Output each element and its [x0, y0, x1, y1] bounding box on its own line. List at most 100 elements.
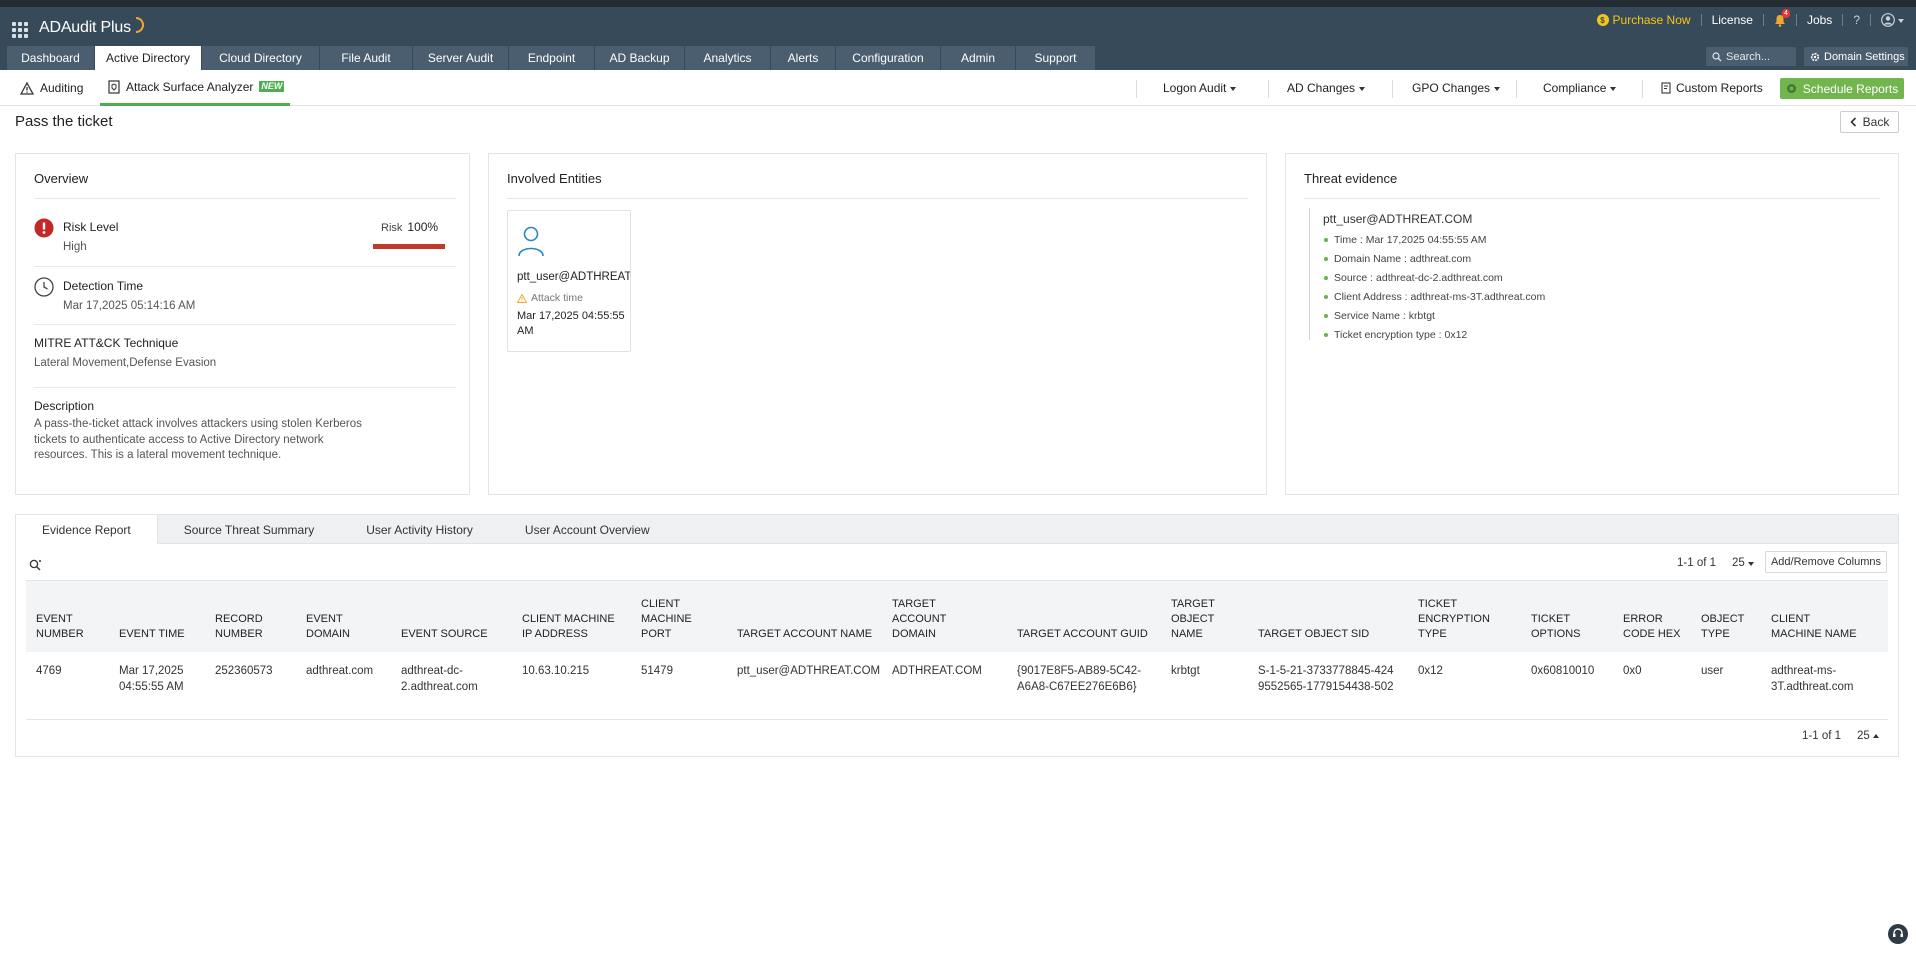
user-menu[interactable]: [1881, 13, 1904, 27]
domain-settings-button[interactable]: Domain Settings: [1804, 47, 1908, 66]
tab-admin[interactable]: Admin: [941, 46, 1015, 70]
schedule-reports-label: Schedule Reports: [1802, 81, 1899, 96]
evidence-item: Source : adthreat-dc-2.adthreat.com: [1324, 268, 1545, 287]
table-header: EVENT NUMBER EVENT TIME RECORD NUMBER EV…: [26, 580, 1888, 652]
col-target-object-name[interactable]: TARGET OBJECT NAME: [1171, 597, 1226, 642]
ad-changes-label: AD Changes: [1287, 81, 1356, 95]
col-event-time[interactable]: EVENT TIME: [119, 627, 189, 642]
back-label: Back: [1862, 115, 1890, 129]
tab-endpoint[interactable]: Endpoint: [509, 46, 594, 70]
col-record-number[interactable]: RECORD NUMBER: [215, 612, 275, 642]
tab-configuration[interactable]: Configuration: [836, 46, 940, 70]
help-icon[interactable]: ?: [1853, 13, 1860, 27]
back-button[interactable]: Back: [1840, 111, 1899, 133]
mitre-value: Lateral Movement,Defense Evasion: [34, 357, 217, 369]
cell-target-account-guid: {9017E8F5-AB89-5C42-A6A8-C67EE276E6B6}: [1017, 665, 1142, 693]
gear-icon: [1810, 52, 1820, 61]
subtab-attack-surface-analyzer[interactable]: Attack Surface Analyzer NEW: [100, 70, 290, 106]
cell-target-object-sid: S-1-5-21-3733778845-4249552565-177915443…: [1258, 665, 1394, 693]
cell-event-time: Mar 17,2025 04:55:55 AM: [119, 665, 184, 693]
tab-source-threat-summary[interactable]: Source Threat Summary: [158, 515, 341, 544]
tab-alerts[interactable]: Alerts: [771, 46, 835, 70]
tab-active-directory[interactable]: Active Directory: [95, 46, 201, 70]
subtab-attack-surface-label: Attack Surface Analyzer: [126, 79, 254, 94]
col-event-domain[interactable]: EVENT DOMAIN: [306, 612, 366, 642]
cell-event-domain: adthreat.com: [306, 665, 374, 677]
description-value: A pass-the-ticket attack involves attack…: [34, 418, 362, 461]
chat-support-icon[interactable]: [1888, 924, 1908, 944]
purchase-now-link[interactable]: $ Purchase Now: [1596, 13, 1691, 27]
app-title: ADAudit Plus: [39, 19, 131, 36]
risk-percent: 100%: [407, 220, 439, 234]
threat-evidence-card: Threat evidence ptt_user@ADTHREAT.COM Ti…: [1285, 153, 1899, 495]
col-ticket-encryption-type[interactable]: TICKET ENCRYPTION TYPE: [1418, 597, 1498, 642]
subtab-auditing-label: Auditing: [40, 81, 84, 95]
tab-evidence-report[interactable]: Evidence Report: [16, 515, 158, 544]
page-size-select[interactable]: 25: [1732, 557, 1754, 569]
chevron-down-icon: [1747, 562, 1754, 566]
tab-support[interactable]: Support: [1016, 46, 1095, 70]
pager-text: 1-1 of 1: [1677, 557, 1716, 569]
custom-reports-link[interactable]: Custom Reports: [1661, 70, 1763, 106]
chevron-down-icon: [1898, 19, 1904, 23]
cell-event-number: 4769: [36, 665, 62, 677]
chevron-up-icon: [1872, 734, 1879, 738]
tab-server-audit[interactable]: Server Audit: [413, 46, 508, 70]
add-remove-columns-button[interactable]: Add/Remove Columns: [1765, 551, 1887, 573]
logon-audit-menu[interactable]: Logon Audit: [1163, 70, 1237, 106]
top-right-links: $ Purchase Now License 4 Jobs ?: [1596, 8, 1904, 29]
attack-time-label: Attack time: [531, 292, 583, 304]
license-link[interactable]: License: [1712, 13, 1753, 27]
cell-client-port: 51479: [641, 665, 673, 677]
tab-ad-backup[interactable]: AD Backup: [595, 46, 684, 70]
tab-user-activity-history[interactable]: User Activity History: [340, 515, 499, 544]
alerts-count-badge: 4: [1781, 8, 1790, 18]
involved-entities-card: Involved Entities ptt_user@ADTHREAT.COM …: [488, 153, 1267, 495]
col-client-machine-port[interactable]: CLIENT MACHINE PORT: [641, 597, 701, 642]
chevron-down-icon: [1494, 87, 1501, 91]
col-target-account-domain[interactable]: TARGET ACCOUNT DOMAIN: [892, 597, 992, 642]
compliance-menu[interactable]: Compliance: [1543, 70, 1617, 106]
subtab-auditing[interactable]: Auditing: [20, 70, 83, 106]
col-target-object-sid[interactable]: TARGET OBJECT SID: [1258, 627, 1388, 642]
col-target-account-guid[interactable]: TARGET ACCOUNT GUID: [1017, 627, 1157, 642]
evidence-tree: ptt_user@ADTHREAT.COM Time : Mar 17,2025…: [1309, 208, 1545, 341]
app-logo[interactable]: ADAudit Plus: [39, 17, 147, 37]
tab-file-audit[interactable]: File Audit: [320, 46, 412, 70]
global-search-input[interactable]: Search...: [1706, 47, 1796, 66]
warning-triangle-icon: [20, 81, 34, 95]
search-icon: [1712, 51, 1722, 61]
schedule-reports-button[interactable]: Schedule Reports: [1780, 78, 1904, 99]
col-client-machine-name[interactable]: CLIENT MACHINE NAME: [1771, 612, 1861, 642]
overview-title: Overview: [34, 171, 89, 186]
tab-user-account-overview[interactable]: User Account Overview: [499, 515, 676, 544]
col-object-type[interactable]: OBJECT TYPE: [1701, 612, 1751, 642]
col-ticket-options[interactable]: TICKET OPTIONS: [1531, 612, 1591, 642]
col-event-number[interactable]: EVENT NUMBER: [36, 612, 96, 642]
search-placeholder: Search...: [1726, 50, 1771, 63]
top-bar: ADAudit Plus $ Purchase Now License 4 Jo…: [0, 0, 1916, 70]
col-target-account-name[interactable]: TARGET ACCOUNT NAME: [737, 627, 887, 642]
col-error-code-hex[interactable]: ERROR CODE HEX: [1623, 612, 1683, 642]
entity-card[interactable]: ptt_user@ADTHREAT.COM Attack time Mar 17…: [507, 210, 631, 352]
cell-target-account-name: ptt_user@ADTHREAT.COM: [737, 665, 881, 677]
gpo-changes-menu[interactable]: GPO Changes: [1412, 70, 1501, 106]
col-event-source[interactable]: EVENT SOURCE: [401, 627, 491, 642]
report-shield-icon: [108, 79, 120, 94]
tab-dashboard[interactable]: Dashboard: [7, 46, 94, 70]
app-grid-icon[interactable]: [12, 22, 28, 38]
tab-analytics[interactable]: Analytics: [685, 46, 770, 70]
gpo-changes-label: GPO Changes: [1412, 81, 1491, 95]
clock-gear-icon: [1786, 84, 1796, 93]
jobs-link[interactable]: Jobs: [1807, 13, 1832, 27]
page-size-select[interactable]: 25: [1857, 730, 1879, 742]
risk-word: Risk: [381, 222, 403, 234]
alerts-bell-icon[interactable]: 4: [1774, 8, 1790, 27]
col-client-machine-ip[interactable]: CLIENT MACHINE IP ADDRESS: [522, 612, 617, 642]
entity-name: ptt_user@ADTHREAT.COM: [517, 271, 631, 283]
table-pager-top: 1-1 of 1 25: [1677, 557, 1754, 569]
table-search-icon[interactable]: [29, 559, 43, 572]
tab-cloud-directory[interactable]: Cloud Directory: [202, 46, 319, 70]
ad-changes-menu[interactable]: AD Changes: [1287, 70, 1366, 106]
top-strip: [0, 0, 1916, 7]
